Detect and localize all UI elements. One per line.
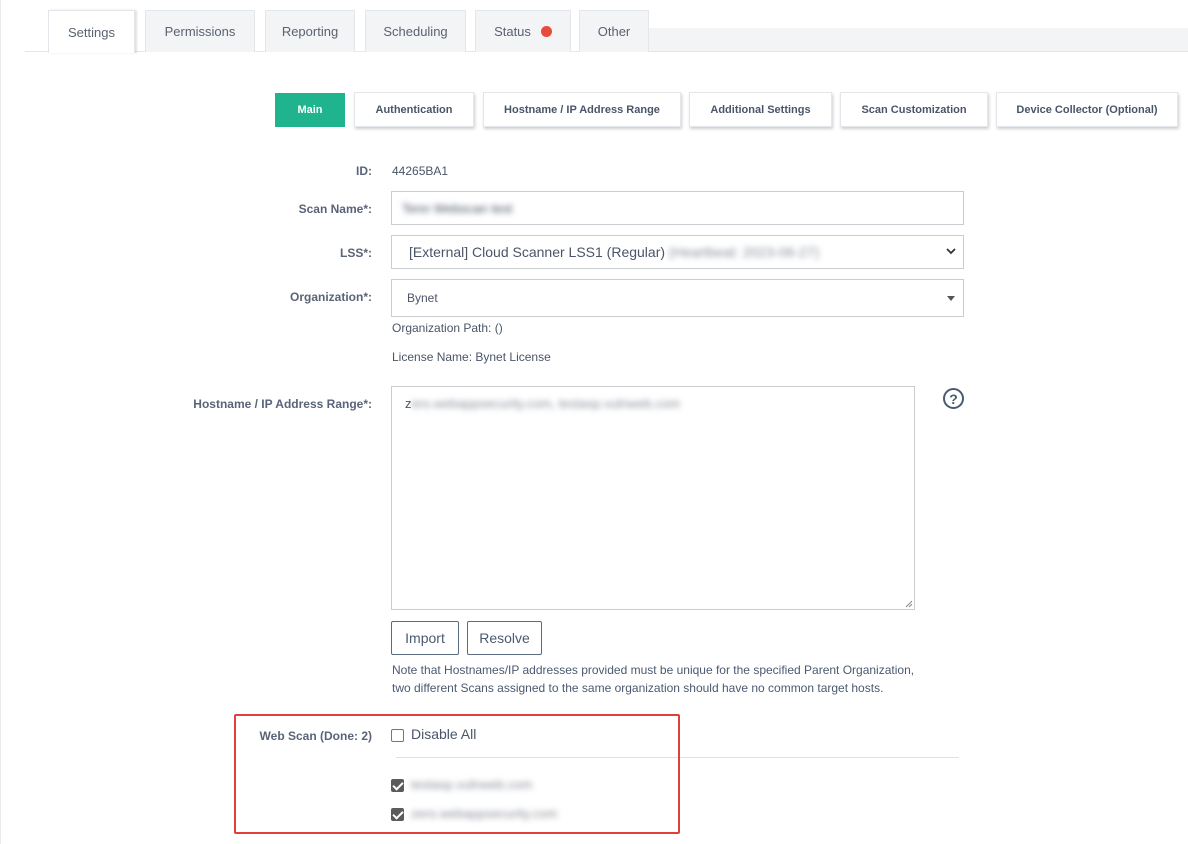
tab-label: Status <box>494 24 531 39</box>
button-label: Import <box>405 630 445 646</box>
import-button[interactable]: Import <box>391 621 459 655</box>
organization-label: Organization*: <box>289 290 372 304</box>
chevron-down-icon <box>946 248 956 255</box>
uniqueness-note: Note that Hostnames/IP addresses provide… <box>392 661 972 697</box>
subtab-label: Authentication <box>375 103 453 116</box>
tab-scheduling[interactable]: Scheduling <box>365 10 466 52</box>
disable-all-checkbox[interactable] <box>391 729 404 742</box>
tab-label: Scheduling <box>383 24 448 39</box>
resolve-button[interactable]: Resolve <box>467 621 542 655</box>
subtab-label: Device Collector (Optional) <box>1016 103 1158 116</box>
top-tab-bar: Settings Permissions Reporting Schedulin… <box>25 10 1188 53</box>
subtab-hostname-range[interactable]: Hostname / IP Address Range <box>483 92 681 127</box>
id-value: 44265BA1 <box>392 164 449 178</box>
lss-value: [External] Cloud Scanner LSS1 (Regular) … <box>409 244 820 260</box>
tab-settings[interactable]: Settings <box>48 10 135 53</box>
subtab-label: Scan Customization <box>861 103 967 116</box>
range-textarea[interactable]: zero.webappsecurity.com, testasp.vulnweb… <box>391 386 915 610</box>
tab-label: Permissions <box>164 24 236 39</box>
note-line: two different Scans assigned to the same… <box>392 681 884 695</box>
caret-down-icon <box>947 296 955 301</box>
subtab-main[interactable]: Main <box>275 93 345 127</box>
tab-status[interactable]: Status <box>475 10 571 52</box>
organization-value: Bynet <box>407 291 438 305</box>
subtab-label: Hostname / IP Address Range <box>504 103 660 116</box>
scan-name-input[interactable]: Tenn Webscan test <box>391 191 964 225</box>
host-checkbox[interactable] <box>391 779 404 792</box>
lss-label: LSS*: <box>339 246 372 260</box>
web-scan-label: Web Scan (Done: 2) <box>259 729 372 743</box>
disable-all-label: Disable All <box>411 726 477 742</box>
subtab-device-collector[interactable]: Device Collector (Optional) <box>996 92 1178 127</box>
organization-select[interactable]: Bynet <box>391 279 964 317</box>
divider <box>396 757 959 758</box>
range-label: Hostname / IP Address Range*: <box>193 397 372 411</box>
organization-path: Organization Path: () <box>392 321 503 335</box>
subtab-label: Additional Settings <box>710 103 811 116</box>
lss-select[interactable]: [External] Cloud Scanner LSS1 (Regular) … <box>391 235 964 269</box>
scan-name-label: Scan Name*: <box>298 202 372 216</box>
tab-permissions[interactable]: Permissions <box>145 10 255 52</box>
subtab-scan-customization[interactable]: Scan Customization <box>840 92 988 127</box>
tab-bar-strip <box>645 28 1188 51</box>
host-label: zero.webappsecurity.com <box>411 806 558 821</box>
tab-reporting[interactable]: Reporting <box>265 10 355 52</box>
note-line: Note that Hostnames/IP addresses provide… <box>392 663 915 677</box>
subtab-additional-settings[interactable]: Additional Settings <box>689 92 832 127</box>
range-value: zero.webappsecurity.com, testasp.vulnweb… <box>405 396 681 411</box>
host-label: testasp.vulnweb.com <box>411 777 533 792</box>
tab-label: Settings <box>68 24 115 40</box>
license-name: License Name: Bynet License <box>392 350 551 364</box>
left-border <box>0 0 1 844</box>
resize-grip-icon[interactable] <box>904 599 913 608</box>
subtab-authentication[interactable]: Authentication <box>354 92 474 127</box>
help-icon[interactable]: ? <box>943 388 964 409</box>
subtab-label: Main <box>297 104 323 116</box>
tab-label: Reporting <box>281 24 339 39</box>
button-label: Resolve <box>479 630 530 646</box>
tab-other[interactable]: Other <box>579 10 649 52</box>
status-indicator-dot <box>540 26 552 37</box>
host-checkbox[interactable] <box>391 808 404 821</box>
scan-name-value: Tenn Webscan test <box>402 201 513 216</box>
tab-label: Other <box>597 24 631 39</box>
id-label: ID: <box>356 164 372 178</box>
